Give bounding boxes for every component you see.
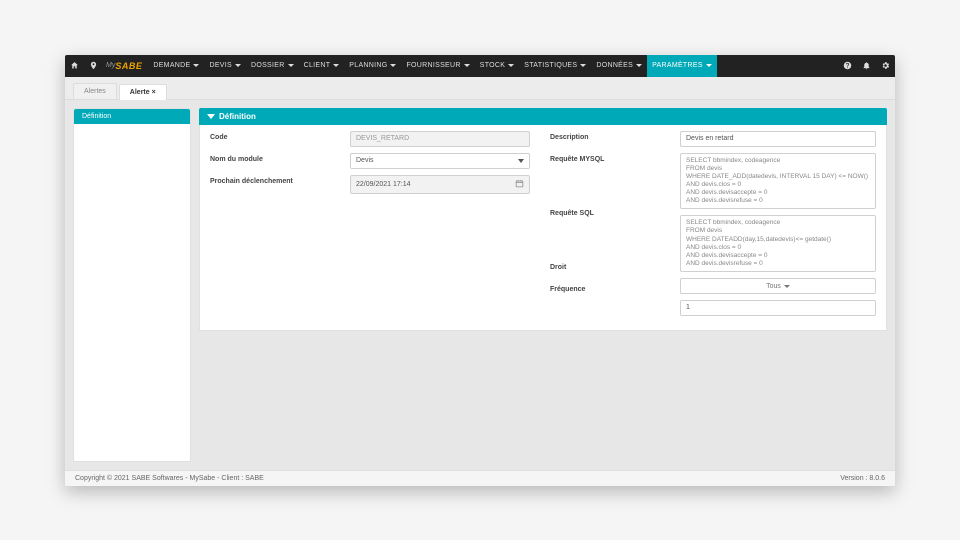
brand-prefix: My bbox=[106, 62, 115, 69]
date-value: 22/09/2021 17:14 bbox=[356, 181, 411, 188]
nav-right bbox=[838, 55, 895, 77]
tab-alerte[interactable]: Alerte × bbox=[119, 84, 167, 100]
label-description: Description bbox=[550, 131, 660, 147]
chevron-down-icon bbox=[580, 64, 586, 67]
panel-body: Code Nom du module Prochain déclenchemen… bbox=[199, 125, 887, 332]
left-fields: DEVIS_RETARD Devis 22/09/2021 17:14 bbox=[350, 131, 530, 317]
nav-stock[interactable]: STOCK bbox=[475, 55, 520, 77]
tab-alertes[interactable]: Alertes bbox=[73, 83, 117, 99]
module-value: Devis bbox=[356, 157, 374, 164]
navbar: My SABE DEMANDE DEVIS DOSSIER CLIENT PLA… bbox=[65, 55, 895, 77]
label-module: Nom du module bbox=[210, 153, 330, 169]
right-fields: Devis en retard SELECT bbmindex, codeage… bbox=[680, 131, 876, 317]
label-sql: Requête SQL bbox=[550, 207, 660, 255]
nav-label: STATISTIQUES bbox=[524, 62, 577, 69]
nav-label: FOURNISSEUR bbox=[406, 62, 460, 69]
footer-left: Copyright © 2021 SABE Softwares - MySabe… bbox=[75, 475, 264, 482]
chevron-down-icon bbox=[706, 64, 712, 67]
nav-statistiques[interactable]: STATISTIQUES bbox=[519, 55, 591, 77]
nav-label: STOCK bbox=[480, 62, 506, 69]
label-declenchement: Prochain déclenchement bbox=[210, 175, 330, 191]
app-shell: My SABE DEMANDE DEVIS DOSSIER CLIENT PLA… bbox=[65, 55, 895, 486]
chevron-down-icon bbox=[390, 64, 396, 67]
brand-name: SABE bbox=[115, 61, 142, 71]
gear-icon[interactable] bbox=[876, 55, 895, 77]
chevron-down-icon bbox=[288, 64, 294, 67]
panel-header[interactable]: Définition bbox=[199, 108, 887, 125]
nav-label: DOSSIER bbox=[251, 62, 285, 69]
nav-label: PARAMÈTRES bbox=[652, 62, 703, 69]
body: Définition Définition Code Nom du module… bbox=[65, 100, 895, 470]
nav-left: My SABE DEMANDE DEVIS DOSSIER CLIENT PLA… bbox=[65, 55, 717, 77]
side-panel: Définition bbox=[73, 108, 191, 462]
calendar-icon bbox=[515, 179, 524, 190]
tabs: Alertes Alerte × bbox=[65, 77, 895, 100]
right-labels: Description Requête MYSQL Requête SQL Dr… bbox=[550, 131, 660, 317]
question-icon[interactable] bbox=[838, 55, 857, 77]
nav-planning[interactable]: PLANNING bbox=[344, 55, 401, 77]
chevron-down-icon bbox=[784, 285, 790, 288]
chevron-down-icon bbox=[518, 159, 524, 163]
side-item-definition[interactable]: Définition bbox=[74, 109, 190, 124]
nav-label: DONNÉES bbox=[596, 62, 633, 69]
frequence-input[interactable]: 1 bbox=[680, 300, 876, 316]
nav-client[interactable]: CLIENT bbox=[299, 55, 345, 77]
nav-donnees[interactable]: DONNÉES bbox=[591, 55, 647, 77]
brand[interactable]: My SABE bbox=[103, 55, 148, 77]
label-droit: Droit bbox=[550, 261, 660, 277]
notifications-icon[interactable] bbox=[857, 55, 876, 77]
tab-label: Alertes bbox=[84, 88, 106, 95]
panel-title: Définition bbox=[219, 112, 256, 121]
nav-label: DEVIS bbox=[209, 62, 232, 69]
chevron-down-icon bbox=[235, 64, 241, 67]
droit-value: Tous bbox=[766, 283, 781, 290]
chevron-down-icon bbox=[193, 64, 199, 67]
nav-dossier[interactable]: DOSSIER bbox=[246, 55, 299, 77]
footer-right: Version : 8.0.6 bbox=[840, 475, 885, 482]
sql-textarea[interactable]: SELECT bbmindex, codeagence FROM devis W… bbox=[680, 215, 876, 272]
chevron-down-icon bbox=[636, 64, 642, 67]
chevron-down-icon bbox=[207, 114, 215, 119]
location-icon[interactable] bbox=[84, 55, 103, 77]
label-frequence: Fréquence bbox=[550, 283, 660, 299]
chevron-down-icon bbox=[333, 64, 339, 67]
main-panel: Définition Code Nom du module Prochain d… bbox=[199, 108, 887, 462]
chevron-down-icon bbox=[464, 64, 470, 67]
description-input[interactable]: Devis en retard bbox=[680, 131, 876, 147]
tab-label: Alerte × bbox=[130, 89, 156, 96]
label-mysql: Requête MYSQL bbox=[550, 153, 660, 201]
home-icon[interactable] bbox=[65, 55, 84, 77]
nav-fournisseur[interactable]: FOURNISSEUR bbox=[401, 55, 474, 77]
nav-label: PLANNING bbox=[349, 62, 387, 69]
code-input[interactable]: DEVIS_RETARD bbox=[350, 131, 530, 147]
nav-spacer bbox=[717, 55, 838, 77]
droit-select[interactable]: Tous bbox=[680, 278, 876, 294]
nav-label: CLIENT bbox=[304, 62, 331, 69]
chevron-down-icon bbox=[508, 64, 514, 67]
nav-demande[interactable]: DEMANDE bbox=[148, 55, 204, 77]
nav-parametres[interactable]: PARAMÈTRES bbox=[647, 55, 717, 77]
nav-devis[interactable]: DEVIS bbox=[204, 55, 246, 77]
nav-label: DEMANDE bbox=[153, 62, 190, 69]
footer: Copyright © 2021 SABE Softwares - MySabe… bbox=[65, 470, 895, 486]
left-labels: Code Nom du module Prochain déclenchemen… bbox=[210, 131, 330, 317]
declenchement-datepicker[interactable]: 22/09/2021 17:14 bbox=[350, 175, 530, 194]
mysql-textarea[interactable]: SELECT bbmindex, codeagence FROM devis W… bbox=[680, 153, 876, 210]
module-select[interactable]: Devis bbox=[350, 153, 530, 169]
label-code: Code bbox=[210, 131, 330, 147]
